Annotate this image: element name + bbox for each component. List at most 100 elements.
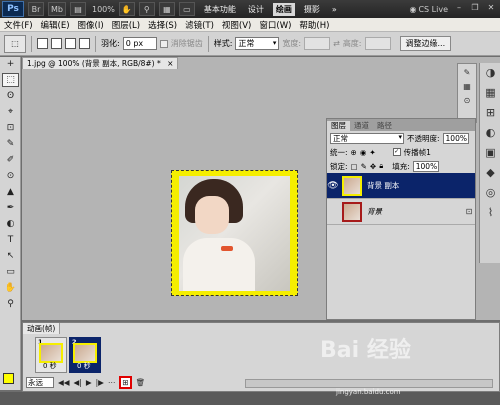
- lock-all-icon[interactable]: 🔒︎: [379, 161, 383, 171]
- paths-panel-icon[interactable]: ⌇: [482, 206, 499, 222]
- zoom-tool-icon[interactable]: ⚲: [2, 297, 19, 311]
- feather-input[interactable]: 0 px: [122, 37, 157, 50]
- workspace-more-icon[interactable]: »: [329, 4, 340, 15]
- frame-delay[interactable]: 0 秒: [43, 361, 57, 371]
- screen-mode-button[interactable]: ▭: [178, 2, 195, 16]
- add-to-selection-icon[interactable]: [51, 38, 62, 49]
- loop-options-select[interactable]: 永远: [26, 377, 54, 388]
- workspace-design[interactable]: 设计: [245, 3, 267, 16]
- masks-panel-icon[interactable]: ▣: [482, 146, 499, 162]
- delete-frame-icon[interactable]: 🗑︎: [136, 378, 146, 387]
- path-select-tool-icon[interactable]: ↖: [2, 249, 19, 263]
- history-brush-tool-icon[interactable]: ▲: [2, 185, 19, 199]
- height-input[interactable]: [364, 37, 391, 50]
- color-panel-icon[interactable]: ◑: [482, 66, 499, 82]
- subtract-selection-icon[interactable]: [65, 38, 76, 49]
- zoom-tool-button[interactable]: ⚲: [138, 2, 155, 16]
- lock-image-icon[interactable]: ✎: [361, 162, 367, 171]
- antialias-checkbox[interactable]: [159, 39, 168, 48]
- play-icon[interactable]: ▶: [86, 378, 92, 387]
- opacity-input[interactable]: 100%: [442, 132, 469, 144]
- tab-paths[interactable]: 路径: [373, 121, 396, 131]
- close-document-icon[interactable]: ×: [167, 59, 173, 68]
- move-tool-icon[interactable]: +: [2, 57, 19, 71]
- tab-channels[interactable]: 通道: [350, 121, 373, 131]
- gradient-tool-icon[interactable]: ◐: [2, 217, 19, 231]
- marquee-tool-icon[interactable]: ⬚: [2, 73, 19, 87]
- menu-help[interactable]: 帮助(H): [295, 19, 333, 31]
- bridge-button[interactable]: Br: [28, 2, 44, 16]
- animation-frame[interactable]: 1 0 秒: [35, 337, 67, 373]
- clone-stamp-tool-icon[interactable]: ⊙: [2, 169, 19, 183]
- clone-source-icon[interactable]: ⊙: [460, 96, 474, 106]
- hand-tool-button[interactable]: ✋: [118, 2, 135, 16]
- menu-file[interactable]: 文件(F): [0, 19, 37, 31]
- swap-icon[interactable]: ⇄: [333, 39, 340, 48]
- type-tool-icon[interactable]: T: [2, 233, 19, 247]
- unify-style-icon[interactable]: ✦: [369, 148, 375, 157]
- restore-icon[interactable]: ❐: [468, 3, 482, 15]
- menu-view[interactable]: 视图(V): [218, 19, 255, 31]
- style-select[interactable]: 正常: [235, 37, 280, 50]
- workspace-photography[interactable]: 摄影: [301, 3, 323, 16]
- refine-edge-button[interactable]: 调整边缘...: [399, 36, 452, 51]
- unify-visibility-icon[interactable]: ◉: [360, 148, 367, 157]
- swatches-panel-icon[interactable]: ▦: [482, 86, 499, 102]
- navigator-panel-icon[interactable]: ⊞: [482, 106, 499, 122]
- unify-position-icon[interactable]: ⊕: [351, 148, 357, 157]
- zoom-level[interactable]: 100%: [92, 5, 115, 14]
- close-window-icon[interactable]: ✕: [484, 3, 498, 15]
- crop-tool-icon[interactable]: ⊡: [2, 121, 19, 135]
- next-frame-icon[interactable]: |▶: [96, 378, 104, 387]
- layer-row-background-copy[interactable]: 👁︎ 背景 副本: [327, 173, 475, 199]
- adjustments-panel-icon[interactable]: ◐: [482, 126, 499, 142]
- cs-live-button[interactable]: ◉ CS Live: [409, 5, 448, 14]
- brush-panel-icon[interactable]: ▦: [460, 82, 474, 92]
- brush-tool-icon[interactable]: ✐: [2, 153, 19, 167]
- lock-transparent-icon[interactable]: ▢: [351, 162, 358, 171]
- menu-image[interactable]: 图像(I): [74, 19, 108, 31]
- layer-row-background[interactable]: 背景 ⊡: [327, 199, 475, 225]
- brush-preset-icon[interactable]: ✎: [460, 68, 474, 78]
- quick-select-tool-icon[interactable]: ⌖: [2, 105, 19, 119]
- previous-frame-icon[interactable]: ◀|: [74, 378, 82, 387]
- frame-thumbnail: [73, 343, 97, 363]
- shape-tool-icon[interactable]: ▭: [2, 265, 19, 279]
- menu-filter[interactable]: 滤镜(T): [181, 19, 218, 31]
- first-frame-icon[interactable]: ◀◀: [58, 378, 70, 387]
- tween-icon[interactable]: ⋯: [108, 378, 116, 387]
- document-tab[interactable]: 1.jpg @ 100% (背景 副本, RGB/8#) * ×: [22, 57, 179, 69]
- channels-panel-icon[interactable]: ◎: [482, 186, 499, 202]
- menu-layer[interactable]: 图层(L): [108, 19, 144, 31]
- tab-layers[interactable]: 图层: [327, 121, 350, 131]
- animation-panel-tab[interactable]: 动画(帧): [23, 323, 61, 334]
- menu-select[interactable]: 选择(S): [144, 19, 181, 31]
- width-input[interactable]: [304, 37, 331, 50]
- animation-frame[interactable]: 2 0 秒: [69, 337, 101, 373]
- workspace-essentials[interactable]: 基本功能: [201, 3, 239, 16]
- eye-icon[interactable]: 👁︎: [327, 181, 339, 191]
- menu-edit[interactable]: 编辑(E): [37, 19, 74, 31]
- minibridge-button[interactable]: Mb: [48, 2, 66, 16]
- tool-preset-picker[interactable]: ⬚: [4, 34, 26, 53]
- eyedropper-tool-icon[interactable]: ✎: [2, 137, 19, 151]
- lock-position-icon[interactable]: ✥: [370, 162, 376, 171]
- intersect-selection-icon[interactable]: [79, 38, 90, 49]
- menu-window[interactable]: 窗口(W): [255, 19, 295, 31]
- hand-tool-icon[interactable]: ✋: [2, 281, 19, 295]
- arrange-documents-button[interactable]: ▦: [158, 2, 175, 16]
- frames-scrollbar[interactable]: [245, 379, 493, 388]
- eraser-tool-icon[interactable]: ✒: [2, 201, 19, 215]
- frame-delay[interactable]: 0 秒: [77, 361, 91, 371]
- duplicate-frame-icon[interactable]: ⊞: [119, 376, 132, 389]
- minimize-icon[interactable]: –: [452, 3, 466, 15]
- lasso-tool-icon[interactable]: ʘ: [2, 89, 19, 103]
- fill-input[interactable]: 100%: [412, 160, 439, 172]
- propagate-checkbox[interactable]: ✓: [392, 148, 401, 156]
- foreground-color-swatch[interactable]: [3, 373, 14, 384]
- blend-mode-select[interactable]: 正常: [330, 132, 404, 144]
- workspace-painting[interactable]: 绘画: [272, 2, 295, 16]
- new-selection-icon[interactable]: [37, 38, 48, 49]
- layers-panel-icon[interactable]: ◆: [482, 166, 499, 182]
- view-extras-button[interactable]: ▤: [69, 2, 86, 16]
